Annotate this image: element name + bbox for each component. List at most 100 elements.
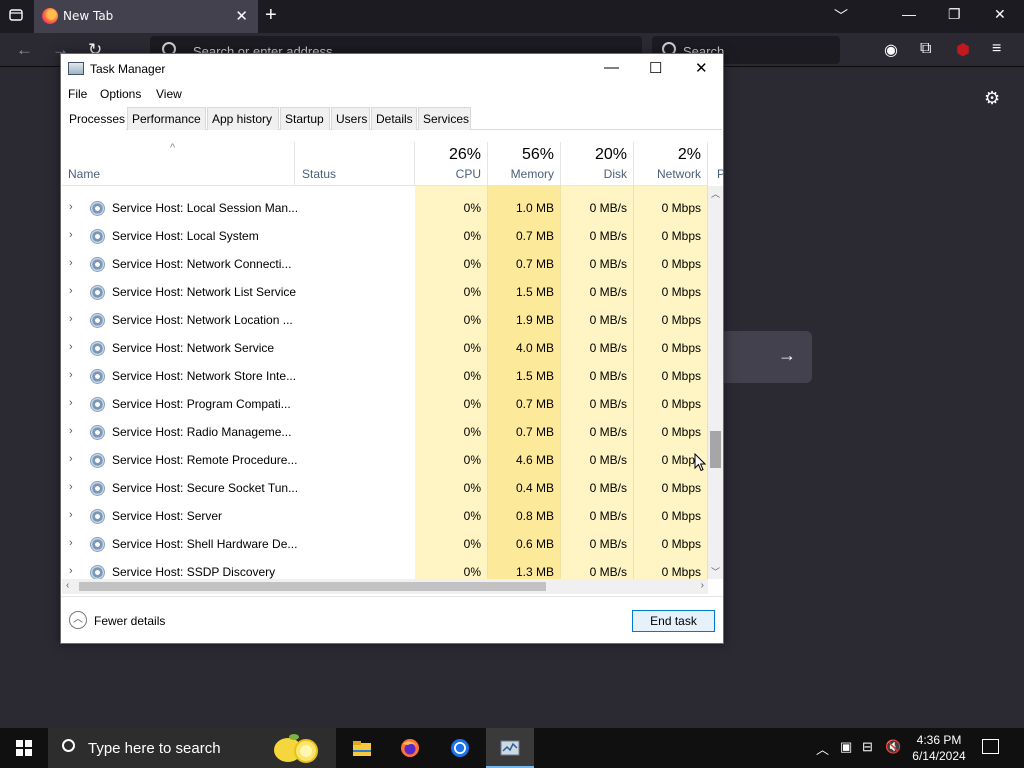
cell-disk: 0 MB/s	[561, 222, 634, 250]
table-row[interactable]: › Service Host: Local Session Man... 0% 1.0…	[62, 194, 708, 222]
cell-memory: 1.3 MB	[488, 558, 561, 579]
extensions-icon[interactable]: ⧉	[920, 40, 931, 58]
maximize-button[interactable]: ☐	[649, 59, 662, 77]
column-power-partial[interactable]: P	[717, 167, 725, 181]
ublock-icon[interactable]: ⬢	[956, 40, 970, 60]
new-tab-button[interactable]: +	[265, 4, 277, 27]
table-row[interactable]: › Service Host: Program Compati... 0% 0.7 M…	[62, 390, 708, 418]
expand-chevron-icon[interactable]: ›	[69, 397, 73, 409]
table-row[interactable]: › Service Host: Network Location ... 0% 1.9…	[62, 306, 708, 334]
process-name: Service Host: Shell Hardware De...	[112, 537, 298, 551]
expand-chevron-icon[interactable]: ›	[69, 285, 73, 297]
close-window-button[interactable]: ✕	[994, 6, 1006, 23]
column-network[interactable]: 2% Network	[634, 142, 708, 185]
expand-chevron-icon[interactable]: ›	[69, 565, 73, 577]
tab-list-chevron-icon[interactable]: ﹀	[834, 6, 848, 26]
table-row[interactable]: › Service Host: Secure Socket Tun... 0% 0.4…	[62, 474, 708, 502]
close-button[interactable]: ✕	[695, 59, 708, 77]
tab-details[interactable]: Details	[371, 107, 417, 130]
horizontal-scroll-thumb[interactable]	[79, 582, 546, 591]
expand-chevron-icon[interactable]: ›	[69, 257, 73, 269]
tab-processes[interactable]: Processes	[64, 107, 126, 130]
table-row[interactable]: › Service Host: Network Service 0% 4.0 MB 0 …	[62, 334, 708, 362]
cell-cpu: 0%	[415, 250, 488, 278]
clock[interactable]: 4:36 PM 6/14/2024	[900, 732, 978, 764]
menu-view[interactable]: View	[156, 87, 182, 101]
table-row[interactable]: › Service Host: Server 0% 0.8 MB 0 MB/s 0 Mbp…	[62, 502, 708, 530]
column-disk[interactable]: 20% Disk	[561, 142, 634, 185]
process-name: Service Host: Network List Service	[112, 285, 297, 299]
tab-app-history[interactable]: App history	[207, 107, 279, 130]
scroll-down-icon[interactable]: ﹀	[711, 565, 720, 578]
menu-file[interactable]: File	[68, 87, 87, 101]
taskbar-search-box[interactable]: Type here to search	[48, 728, 336, 768]
browser-tab[interactable]: New Tab ✕	[34, 0, 258, 33]
cell-memory: 1.5 MB	[488, 278, 561, 306]
chevron-up-icon[interactable]: ︿	[69, 611, 87, 629]
expand-chevron-icon[interactable]: ›	[69, 481, 73, 493]
table-row[interactable]: › Service Host: Network List Service 0% 1.5…	[62, 278, 708, 306]
table-row[interactable]: › Service Host: Radio Manageme... 0% 0.7 MB…	[62, 418, 708, 446]
window-title: Task Manager	[90, 62, 166, 76]
service-gear-icon	[90, 537, 105, 552]
table-row[interactable]: › Service Host: Network Store Inte... 0% 1.…	[62, 362, 708, 390]
column-name[interactable]: ^ Name	[62, 142, 295, 185]
list-all-tabs-icon[interactable]	[9, 8, 23, 24]
horizontal-scrollbar[interactable]: ‹ ›	[62, 579, 708, 594]
vertical-scroll-thumb[interactable]	[710, 431, 721, 468]
tab-performance[interactable]: Performance	[127, 107, 206, 130]
expand-chevron-icon[interactable]: ›	[69, 509, 73, 521]
cell-network: 0 Mbps	[634, 502, 708, 530]
taskbar-firefox[interactable]	[386, 728, 434, 768]
tab-startup[interactable]: Startup	[280, 107, 330, 130]
expand-chevron-icon[interactable]: ›	[69, 453, 73, 465]
search-go-button[interactable]: →	[722, 331, 812, 383]
network-icon[interactable]: ⊟	[862, 739, 873, 755]
scroll-right-icon[interactable]: ›	[701, 580, 704, 591]
action-center-icon[interactable]	[982, 739, 999, 754]
expand-chevron-icon[interactable]: ›	[69, 537, 73, 549]
expand-chevron-icon[interactable]: ›	[69, 201, 73, 213]
column-cpu[interactable]: 26% CPU	[415, 142, 488, 185]
fewer-details-link[interactable]: Fewer details	[94, 614, 165, 628]
cell-disk: 0 MB/s	[561, 390, 634, 418]
volume-muted-icon[interactable]: 🔇	[885, 739, 901, 755]
column-memory[interactable]: 56% Memory	[488, 142, 561, 185]
disk-value: 0 MB/s	[589, 369, 627, 383]
expand-chevron-icon[interactable]: ›	[69, 425, 73, 437]
minimize-button[interactable]: —	[604, 59, 619, 76]
expand-chevron-icon[interactable]: ›	[69, 229, 73, 241]
table-row[interactable]: › Service Host: Shell Hardware De... 0% 0.6…	[62, 530, 708, 558]
table-row[interactable]: › Service Host: Network Connecti... 0% 0.7 …	[62, 250, 708, 278]
table-row[interactable]: › Service Host: Local System 0% 0.7 MB 0 MB/…	[62, 222, 708, 250]
menu-icon[interactable]: ≡	[992, 40, 1001, 58]
vertical-scrollbar[interactable]: ︿ ﹀	[708, 186, 723, 579]
tab-services[interactable]: Services	[418, 107, 471, 130]
scroll-left-icon[interactable]: ‹	[66, 580, 69, 591]
show-hidden-icons-chevron-icon[interactable]: ︿	[816, 739, 829, 758]
account-icon[interactable]: ◉	[884, 40, 898, 60]
table-row[interactable]: › Service Host: Remote Procedure... 0% 4.6 …	[62, 446, 708, 474]
table-row-partial[interactable]	[62, 186, 708, 194]
back-icon[interactable]: ←	[16, 40, 33, 60]
scroll-up-icon[interactable]: ︿	[711, 187, 720, 200]
expand-chevron-icon[interactable]: ›	[69, 341, 73, 353]
menu-options[interactable]: Options	[100, 87, 141, 101]
taskbar-task-manager[interactable]	[486, 728, 534, 768]
title-bar[interactable]: Task Manager — ☐ ✕	[61, 54, 723, 84]
start-button[interactable]	[0, 728, 48, 768]
disk-total: 20%	[594, 146, 627, 163]
tab-users[interactable]: Users	[331, 107, 370, 130]
table-row[interactable]: › Service Host: SSDP Discovery 0% 1.3 MB 0 M…	[62, 558, 708, 579]
taskbar-file-explorer[interactable]	[338, 728, 386, 768]
minimize-button[interactable]: —	[902, 6, 916, 22]
restore-button[interactable]: ❐	[948, 6, 961, 23]
close-tab-icon[interactable]: ✕	[235, 7, 248, 25]
display-icon[interactable]: ▣	[840, 739, 852, 755]
taskbar-chrome[interactable]	[436, 728, 484, 768]
newtab-settings-icon[interactable]: ⚙	[984, 88, 1000, 109]
column-status[interactable]: Status	[296, 142, 415, 185]
expand-chevron-icon[interactable]: ›	[69, 369, 73, 381]
end-task-button[interactable]: End task	[632, 610, 715, 632]
expand-chevron-icon[interactable]: ›	[69, 313, 73, 325]
